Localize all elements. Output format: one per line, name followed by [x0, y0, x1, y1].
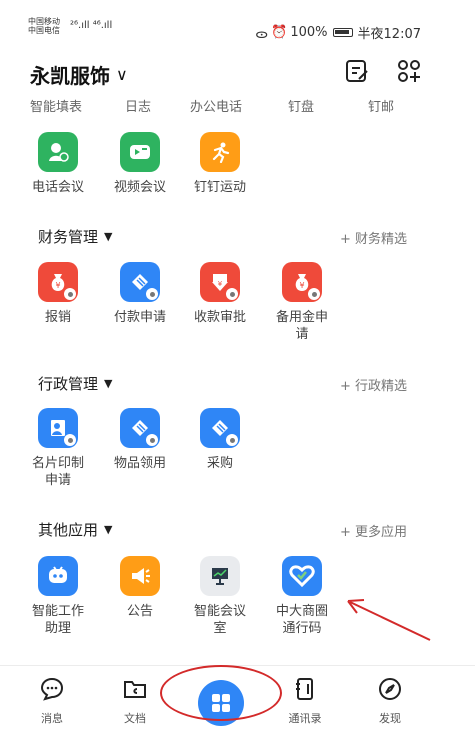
header: 永凯服饰 ∨	[0, 52, 475, 96]
phone-meeting-icon	[38, 132, 78, 172]
section-finance-title[interactable]: 财务管理 ▼	[38, 226, 112, 247]
battery-percent: 100%	[290, 25, 328, 40]
user-badge-icon	[308, 288, 320, 300]
edit-list-icon[interactable]	[344, 58, 370, 84]
supplies-icon	[120, 408, 160, 448]
money-bag-icon: ¥	[282, 262, 322, 302]
tab-label: 文档	[124, 712, 146, 725]
carrier-info: 中国移动 中国电信	[28, 17, 60, 35]
tab-contacts[interactable]: 通讯录	[275, 676, 335, 726]
user-badge-icon	[226, 288, 238, 300]
app-label: 名片印制 申请	[31, 456, 84, 488]
app-label: 智能工作 助理	[31, 604, 84, 636]
cut-off-app-row: 智能填表 日志 办公电话 钉盘 钉邮	[0, 94, 475, 116]
robot-icon	[38, 556, 78, 596]
app-label[interactable]: 钉盘	[288, 96, 314, 115]
svg-text:¥: ¥	[55, 281, 60, 290]
org-title: 永凯服饰	[30, 64, 110, 88]
user-badge-icon	[226, 434, 238, 446]
chevron-down-icon: ∨	[116, 65, 128, 84]
user-badge-icon	[64, 288, 76, 300]
section-admin-title[interactable]: 行政管理 ▼	[38, 373, 112, 394]
app-announcement[interactable]: 公告	[100, 556, 180, 620]
section-title: 其他应用	[38, 521, 99, 539]
tab-label: 发现	[379, 712, 401, 725]
app-label: 备用金申 请	[275, 310, 328, 342]
tab-messages[interactable]: 消息	[22, 676, 82, 726]
section-title: 财务管理	[38, 228, 99, 246]
app-label: 电话会议	[31, 180, 84, 195]
meeting-room-icon	[200, 556, 240, 596]
app-label: 智能会议 室	[193, 604, 246, 636]
contacts-icon	[296, 678, 313, 700]
app-supplies[interactable]: 物品领用	[100, 408, 180, 472]
clock: 半夜12:07	[357, 27, 421, 42]
app-video-meeting[interactable]: 视频会议	[100, 132, 180, 196]
annotation-arrow	[347, 599, 431, 641]
receipt-icon: ¥	[200, 262, 240, 302]
video-meeting-icon	[120, 132, 160, 172]
carrier-2: 中国电信	[28, 26, 60, 35]
app-purchase[interactable]: 采购	[180, 408, 260, 472]
section-other-title[interactable]: 其他应用 ▼	[38, 519, 112, 540]
user-badge-icon	[146, 434, 158, 446]
app-label[interactable]: 钉邮	[368, 96, 394, 115]
app-smart-assistant[interactable]: 智能工作 助理	[18, 556, 98, 637]
app-label[interactable]: 日志	[125, 96, 151, 115]
megaphone-icon	[120, 556, 160, 596]
app-label: 采购	[206, 456, 233, 471]
user-badge-icon	[64, 434, 76, 446]
app-label: 收款审批	[193, 310, 246, 325]
app-label: 付款申请	[113, 310, 166, 325]
user-badge-icon	[146, 288, 158, 300]
app-label[interactable]: 智能填表	[30, 96, 82, 115]
app-petty-cash[interactable]: ¥ 备用金申 请	[262, 262, 342, 343]
tab-label: 消息	[41, 712, 63, 725]
status-bar: 中国移动 中国电信 ²⁶.ıll ⁴⁶.ıll ᯣ ⏰ 100% 半夜12:07	[0, 0, 475, 44]
app-phone-meeting[interactable]: 电话会议	[18, 132, 98, 196]
purchase-icon	[200, 408, 240, 448]
app-reimbursement[interactable]: ¥ 报销	[18, 262, 98, 326]
alarm-icon: ⏰	[271, 25, 288, 40]
app-sports[interactable]: 钉钉运动	[180, 132, 260, 196]
app-label: 报销	[44, 310, 71, 325]
folder-icon	[124, 681, 146, 698]
svg-text:¥: ¥	[299, 281, 304, 290]
carrier-1: 中国移动	[28, 17, 60, 26]
chat-icon	[40, 677, 64, 701]
battery-icon	[332, 28, 353, 37]
admin-more-link[interactable]: + 行政精选	[340, 375, 407, 394]
triangle-down-icon: ▼	[104, 377, 113, 390]
app-smart-meeting-room[interactable]: 智能会议 室	[180, 556, 260, 637]
card-print-icon	[38, 408, 78, 448]
status-right: ᯣ ⏰ 100% 半夜12:07	[255, 23, 421, 42]
compass-icon	[379, 678, 401, 700]
annotation-circle	[160, 665, 282, 721]
finance-more-link[interactable]: + 财务精选	[340, 228, 407, 247]
eye-icon: ᯣ	[255, 26, 269, 42]
running-icon	[200, 132, 240, 172]
tab-discover[interactable]: 发现	[360, 676, 420, 726]
triangle-down-icon: ▼	[104, 230, 113, 243]
money-bag-icon: ¥	[38, 262, 78, 302]
tab-docs[interactable]: 文档	[105, 676, 165, 726]
app-receipt-approval[interactable]: ¥ 收款审批	[180, 262, 260, 326]
triangle-down-icon: ▼	[104, 523, 113, 536]
app-label: 钉钉运动	[193, 180, 246, 195]
section-title: 行政管理	[38, 375, 99, 393]
other-more-link[interactable]: + 更多应用	[340, 521, 407, 540]
app-label: 视频会议	[113, 180, 166, 195]
app-payment-request[interactable]: 付款申请	[100, 262, 180, 326]
app-card-printing[interactable]: 名片印制 申请	[18, 408, 98, 489]
app-label: 物品领用	[113, 456, 166, 471]
app-label[interactable]: 办公电话	[190, 96, 242, 115]
payment-icon	[120, 262, 160, 302]
app-label: 公告	[126, 604, 153, 619]
svg-text:¥: ¥	[218, 280, 223, 288]
add-apps-icon[interactable]	[396, 58, 422, 84]
signal-icons: ²⁶.ıll ⁴⁶.ıll	[70, 20, 113, 31]
heart-shield-icon	[282, 556, 322, 596]
org-switcher[interactable]: 永凯服饰 ∨	[30, 60, 128, 89]
tab-label: 通讯录	[288, 712, 322, 725]
